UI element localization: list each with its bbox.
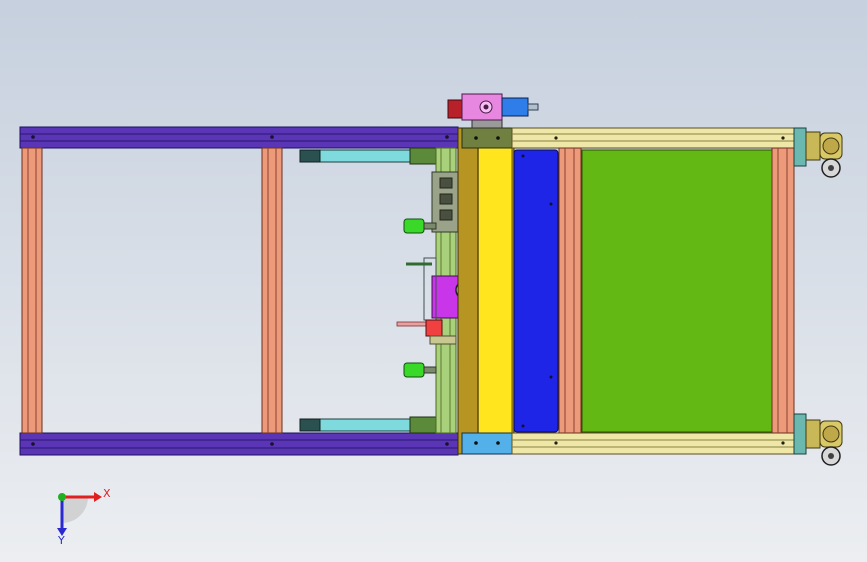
frame-middle-post[interactable] [261,147,283,434]
transfer-plate-assembly[interactable] [457,127,559,455]
y-axis-label: Y [57,534,65,547]
bolt-hole [270,442,274,446]
bottom-cylinder[interactable] [299,416,439,434]
left-frame[interactable] [19,126,459,456]
assembly-top-view[interactable]: X Y [0,0,867,562]
bolt-hole [31,442,35,446]
bolt-hole [31,135,35,139]
green-knob-lower[interactable] [403,362,425,378]
bolt-hole [445,442,449,446]
blue-plate[interactable] [513,149,559,433]
spindle-motor[interactable] [447,93,539,129]
cad-viewport[interactable]: X Y [0,0,867,562]
top-cap[interactable] [461,127,513,149]
x-axis-label: X [103,487,111,500]
yellow-plate[interactable] [477,147,513,434]
frame-top-rail[interactable] [19,126,459,149]
bolt-hole [445,135,449,139]
bottom-cap[interactable] [461,432,513,455]
drive-motor-top[interactable] [805,131,843,178]
conveyor-left-post[interactable] [558,147,582,434]
origin-marker [58,493,66,501]
drive-motor-bottom[interactable] [805,419,843,466]
conveyor-belt[interactable] [581,149,773,433]
frame-left-post[interactable] [21,147,43,434]
conveyor-right-post[interactable] [771,147,795,434]
green-knob-upper[interactable] [403,218,425,234]
axis-triad: X Y [57,487,111,547]
spindle-red-cap[interactable] [447,99,463,119]
spindle-blue-head[interactable] [501,97,529,117]
bolt-hole [270,135,274,139]
frame-bottom-rail[interactable] [19,432,459,456]
top-cylinder[interactable] [299,147,439,165]
